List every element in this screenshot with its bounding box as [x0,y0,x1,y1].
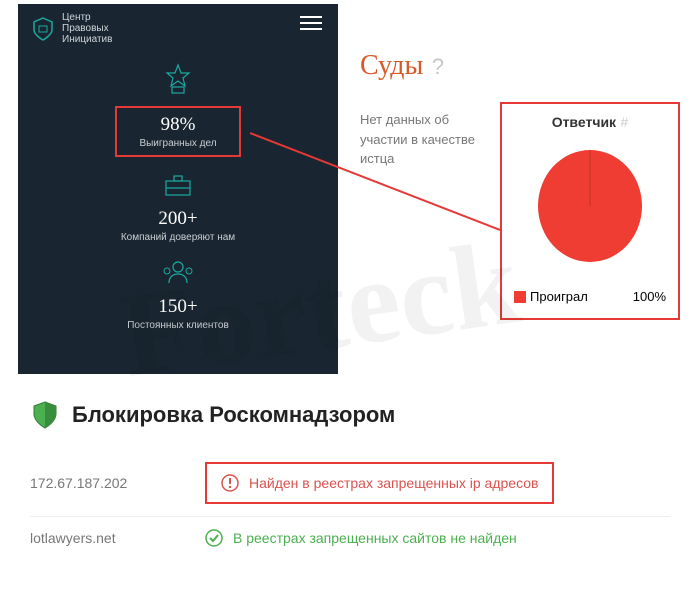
help-icon[interactable]: ? [432,54,444,79]
plaintiff-note: Нет данных об участии в качестве истца [360,102,490,320]
stat-label-companies: Компаний доверяют нам [30,232,326,243]
block-text-domain: В реестрах запрещенных сайтов не найден [233,530,517,546]
stat-label-won: Выигранных дел [139,138,216,149]
won-cases-highlight: 98% Выигранных дел [115,106,240,157]
block-status-warn: Найден в реестрах запрещенных ip адресов [205,462,554,504]
legend-swatch [514,291,526,303]
stat-value-clients: 150+ [30,296,326,318]
block-text-ip: Найден в реестрах запрещенных ip адресов [249,475,538,491]
block-title: Блокировка Роскомнадзором [72,402,395,428]
warning-icon [221,474,239,492]
menu-button[interactable] [296,12,326,34]
stat-label-clients: Постоянных клиентов [30,320,326,331]
block-row-ip: 172.67.187.202 Найден в реестрах запреще… [30,450,670,516]
roskomnadzor-block: Блокировка Роскомнадзором 172.67.187.202… [30,400,670,559]
briefcase-icon [30,173,326,204]
defendant-box: Ответчик # Проиграл 100% [500,102,680,320]
defendant-hash: # [621,114,629,130]
defendant-pie-chart [530,146,650,266]
check-circle-icon [205,529,223,547]
block-key-ip: 172.67.187.202 [30,475,205,491]
defendant-title: Ответчик [552,114,616,130]
legend-value: 100% [633,289,666,304]
courts-title: Суды [360,50,423,81]
stat-value-won: 98% [139,114,216,136]
courts-section: Суды ? Нет данных об участии в качестве … [360,50,680,320]
brand-line1: Центр [62,12,112,23]
shield-icon [30,400,60,430]
block-row-domain: lotlawyers.net В реестрах запрещенных са… [30,516,670,559]
brand-logo: Центр Правовых Инициатив [30,12,112,45]
block-key-domain: lotlawyers.net [30,530,205,546]
legend-label: Проиграл [530,289,588,304]
brand-line3: Инициатив [62,34,112,45]
award-icon [30,63,326,102]
clients-icon [30,259,326,292]
brand-line2: Правовых [62,23,112,34]
shield-logo-icon [30,16,56,42]
dark-stats-panel: Центр Правовых Инициатив 98% Выигранных … [18,4,338,374]
block-status-ok: В реестрах запрещенных сайтов не найден [205,529,517,547]
stat-value-companies: 200+ [30,208,326,230]
